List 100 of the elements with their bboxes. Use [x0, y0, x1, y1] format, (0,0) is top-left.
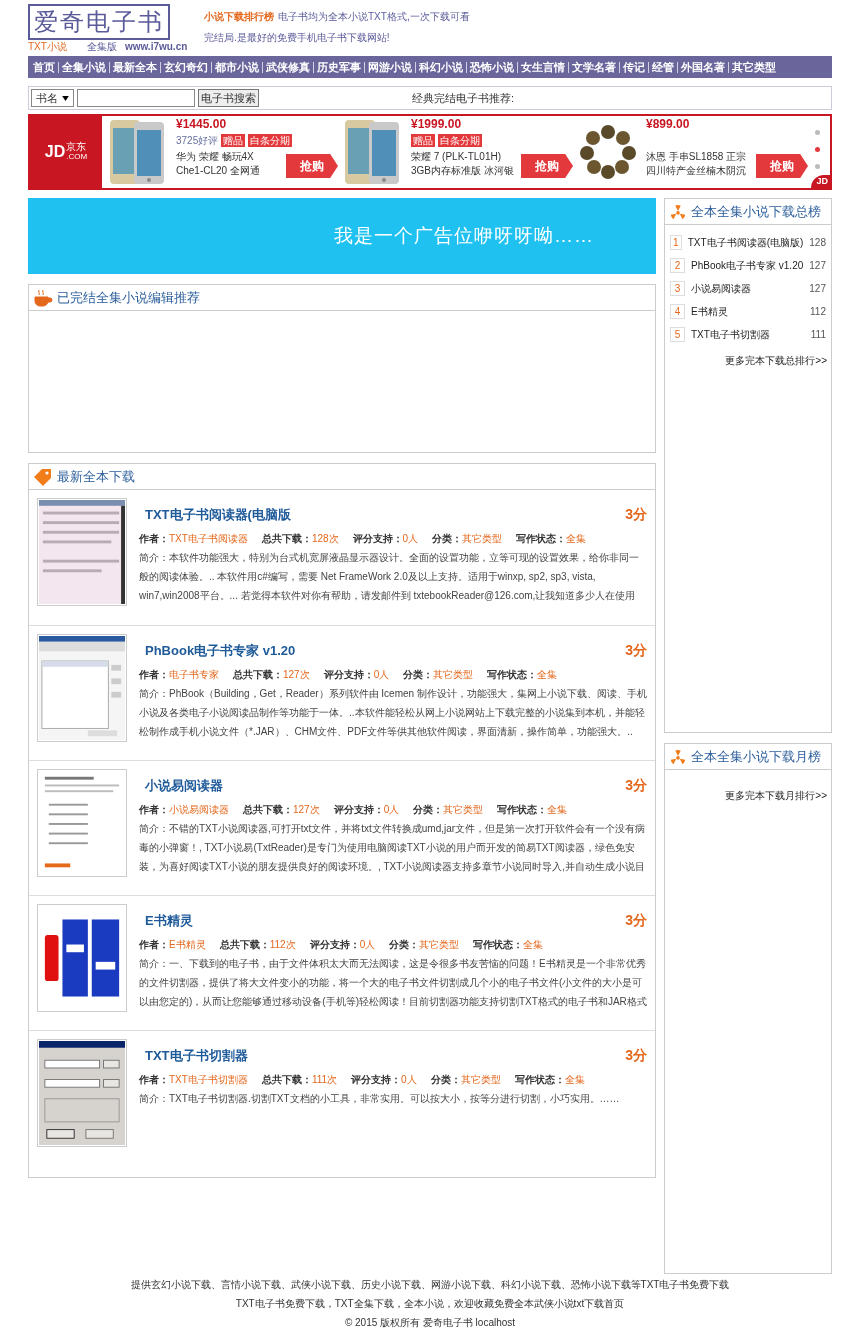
jd-badge: JD	[811, 174, 830, 188]
nav-link[interactable]: 恐怖小说	[466, 61, 517, 73]
logo-title: 爱奇电子书	[28, 4, 170, 40]
ranking-item-link[interactable]: 小说易阅读器	[691, 280, 751, 296]
item-description: 简介：不错的TXT小说阅读器,可打开txt文件，并将txt文件转换成umd,jar文件，但是第一次打开软件会有一个没有病毒的小弹窗！, TXT小说易(TxtReader)是专门为使用电脑阅读TXT小说的用户而开发的简易TXT阅读器，绿色免安装，为喜好阅读TXT小说的朋友提供良好的阅读环境。, TXT小说阅读器支持多章节小说同时导入,并自动生成小说目	[139, 822, 647, 874]
meta-label: 评分支持：	[309, 938, 360, 952]
section-title: 全本全集小说下载总榜	[691, 202, 821, 221]
item-description: 简介：一、下载到的电子书，由于文件体积太大而无法阅读，这是令很多书友苦恼的问题！E书精灵是一个非常优秀的文件切割器，提供了将大文件变小的功能，将一个大的电子书文件切割成几个小的电子书文件(小文件的大小是可以由您定的)，从而让您能够通过移动设备(手机等)轻松阅读！目前切割器功能支持切割TXT格式的电子书和JAR格式	[139, 957, 647, 1009]
product-name: 华为 荣耀 畅玩4X	[176, 150, 255, 164]
promo-tag: 白条分期	[438, 133, 482, 147]
item-title-link[interactable]: PhBook电子书专家 v1.20	[145, 640, 296, 661]
nav-link[interactable]: 经管	[648, 61, 677, 73]
download-count: 128	[809, 235, 826, 250]
meta-label: 写作状态：	[473, 938, 524, 952]
product-name: 3GB内存标准版 冰河银	[411, 164, 514, 178]
search-button[interactable]: 电子书搜索	[198, 89, 259, 107]
meta-value: 0人	[402, 532, 419, 546]
rank-number: 5	[670, 326, 685, 342]
download-count: 112	[810, 304, 826, 319]
section-title: 全本全集小说下载月榜	[691, 747, 821, 766]
item-title-link[interactable]: 小说易阅读器	[145, 775, 223, 796]
meta-label: 总共下载：	[261, 1073, 312, 1087]
meta-value: 111次	[311, 1073, 338, 1087]
nav-link[interactable]: 网游小说	[364, 61, 415, 73]
meta-label: 评分支持：	[351, 1073, 402, 1087]
nav-link[interactable]: 传记	[619, 61, 648, 73]
banner-text: 我是一个广告位咿呀呀呦……	[334, 223, 594, 248]
meta-label: 分类：	[430, 1073, 461, 1087]
nav-link[interactable]: 科幻小说	[415, 61, 466, 73]
nav-link[interactable]: 历史军事	[313, 61, 364, 73]
meta-value: 其它类型	[419, 938, 460, 952]
nav-link[interactable]: 首页	[30, 61, 58, 73]
meta-value: 127次	[293, 803, 320, 817]
score: 3分	[625, 641, 647, 660]
ranking-item-link[interactable]: TXT电子书切割器	[691, 326, 770, 342]
review-count: 3725好评	[176, 133, 219, 148]
meta-value: 全集	[564, 1073, 585, 1087]
nav-link[interactable]: 武侠修真	[262, 61, 313, 73]
download-count: 111	[810, 327, 826, 342]
meta-label: 写作状态：	[516, 532, 567, 546]
rank-number: 4	[670, 303, 685, 319]
meta-label: 评分支持：	[352, 532, 403, 546]
meta-value: 0人	[359, 938, 376, 952]
meta-label: 评分支持：	[333, 803, 384, 817]
radiation-icon	[669, 747, 687, 766]
meta-label: 总共下载：	[233, 668, 283, 682]
nav-link[interactable]: 其它类型	[728, 61, 779, 73]
meta-label: 总共下载：	[219, 938, 270, 952]
logo-subtitle: 全集版	[86, 40, 117, 53]
more-link[interactable]: 更多完本下载月排行>>	[725, 788, 827, 803]
nav-link[interactable]: 玄幻奇幻	[160, 61, 211, 73]
ranking-item-link[interactable]: TXT电子书阅读器(电脑版)	[687, 234, 804, 250]
buy-button[interactable]: 抢购	[521, 154, 573, 178]
promo-tag: 白条分期	[248, 133, 293, 147]
product-name: 沐恩 手串SL1858 正宗	[646, 150, 747, 164]
more-link[interactable]: 更多完本下载总排行>>	[725, 353, 827, 368]
meta-label: 作者：	[139, 1073, 169, 1087]
search-field[interactable]	[77, 89, 195, 107]
nav-link[interactable]: 全集小说	[58, 61, 109, 73]
nav-link[interactable]: 都市小说	[211, 61, 262, 73]
meta-value: 0人	[383, 803, 400, 817]
meta-value: 全集	[566, 532, 587, 546]
ranking-link[interactable]: 小说下载排行榜	[204, 11, 274, 22]
footer-text: TXT电子书免费下载，TXT全集下载，全本小说，欢迎收藏免费全本武侠小说txt下载首页	[235, 1297, 625, 1311]
item-description: 简介：TXT电子书切割器.切割TXT文档的小工具，非常实用。可以按大小，按等分进行切割，小巧实用。……	[139, 1092, 621, 1106]
meta-label: 分类：	[432, 532, 463, 546]
nav-link[interactable]: 女生言情	[517, 61, 568, 73]
price: ¥899.00	[646, 117, 691, 132]
meta-label: 作者：	[139, 668, 169, 682]
buy-button[interactable]: 抢购	[286, 154, 338, 178]
score: 3分	[625, 1046, 647, 1065]
meta-label: 分类：	[389, 938, 420, 952]
meta-label: 分类：	[413, 803, 444, 817]
item-title-link[interactable]: TXT电子书阅读器(电脑版	[145, 504, 291, 525]
nav-link[interactable]: 文学名著	[568, 61, 619, 73]
radiation-icon	[669, 202, 687, 221]
footer-text: 提供玄幻小说下载、言情小说下载、武侠小说下载、历史小说下载、网游小说下载、科幻小说下载、恐怖小说下载等TXT电子书免费下载	[130, 1278, 730, 1292]
meta-label: 总共下载：	[243, 803, 293, 817]
nav-link[interactable]: 最新全本	[109, 61, 160, 73]
item-title-link[interactable]: E书精灵	[145, 910, 193, 931]
item-description: 简介：本软件功能强大，特别为台式机宽屏液晶显示器设计。全面的设置功能，立等可现的设置效果，给你非同一般的阅读体验。.. 本软件用c#编写，需要 Net FrameWork 2.0及以上支持。适用于winxp, sp2, sp3, vista, win7,win2008平台。... 若觉得本软件对你有帮助，请发邮件到 txtebookReader@126.com,让我知道多少人在使用	[139, 551, 640, 603]
buy-button[interactable]: 抢购	[756, 154, 808, 178]
promo-tag: 赠品	[411, 133, 435, 147]
ranking-item-link[interactable]: E书精灵	[691, 303, 728, 319]
meta-value: 其它类型	[460, 1073, 501, 1087]
logo-text: .COM	[66, 152, 88, 162]
nav-link[interactable]: 外国名著	[677, 61, 728, 73]
meta-value: TXT电子书阅读器	[169, 532, 248, 546]
meta-label: 作者：	[139, 532, 169, 546]
recommend-label: 经典完结电子书推荐:	[412, 90, 515, 106]
item-description: 简介：PhBook（Building，Get，Reader）系列软件由 Icemen 制作设计，功能强大，集网上小说下载、阅读、手机小说及各类电子小说阅读品制作等功能于一体。..本软件能轻松从网上小说网站上下载完整的小说集到本机，并能轻松制作成手机小说文件（*.JAR）、CHM文件、PDF文件等供其他软件阅读，界面清新，操作简单，功能强大。..	[139, 687, 647, 739]
item-title-link[interactable]: TXT电子书切割器	[145, 1045, 248, 1066]
price: ¥1999.00	[411, 117, 463, 132]
meta-value: 127次	[283, 668, 310, 682]
meta-value: 0人	[401, 1073, 417, 1087]
ranking-item-link[interactable]: PhBook电子书专家 v1.20	[691, 257, 804, 273]
meta-label: 分类：	[403, 668, 434, 682]
dropdown-icon	[62, 95, 69, 101]
meta-value: 其它类型	[433, 668, 474, 682]
category-select[interactable]: 书名	[31, 89, 74, 107]
